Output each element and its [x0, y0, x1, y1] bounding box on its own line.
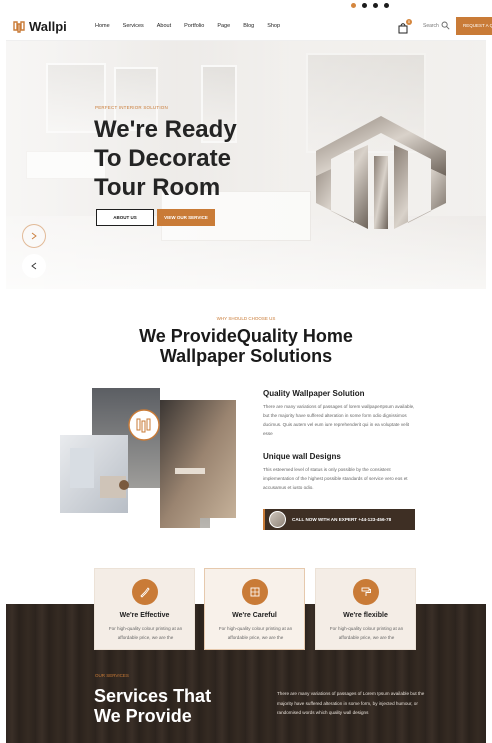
nav-item-label: Home: [95, 23, 110, 29]
services-title-line: Services That: [94, 686, 212, 706]
nav-item-label: Shop: [267, 23, 281, 29]
view-service-button[interactable]: VIEW OUR SERVICE: [157, 209, 215, 226]
card-icon-circle: [132, 579, 158, 605]
main-menu: Home Services About Portfolio Page Blog …: [95, 23, 293, 29]
search-label[interactable]: Search: [423, 23, 439, 29]
nav-item-portfolio[interactable]: Portfolio: [184, 23, 204, 29]
card-text: For high-quality colour printing at an a…: [108, 626, 183, 640]
card-title: We're Careful: [232, 612, 277, 619]
feature-card-careful[interactable]: We're Careful For high-quality colour pr…: [204, 568, 305, 650]
logo-icon: [13, 20, 25, 33]
color-swatch-1[interactable]: [351, 3, 356, 8]
services-title-line: We Provide: [94, 706, 192, 726]
why-title-line: Wallpaper Solutions: [159, 346, 333, 366]
hero-logo-mark-icon: [316, 116, 446, 229]
card-icon-circle: [353, 579, 379, 605]
nav-item-blog[interactable]: Blog: [243, 23, 254, 29]
feature-title: Quality Wallpaper Solution: [263, 389, 365, 398]
paint-roller-icon: [361, 587, 371, 596]
services-eyebrow: OUR SERVICES: [95, 673, 129, 678]
expert-avatar: [269, 511, 286, 528]
nav-item-shop[interactable]: Shop: [267, 23, 280, 29]
why-title-line: We ProvideQuality Home: [139, 326, 353, 346]
nav-item-page[interactable]: Page: [217, 23, 230, 29]
call-expert-button[interactable]: CALL NOW WITH AN EXPERT +44-123-456-78: [263, 509, 415, 530]
chevron-right-icon: [31, 232, 37, 240]
nav-item-label: About: [156, 23, 172, 29]
cart-count-badge: 0: [406, 19, 412, 25]
hero-eyebrow: PERFECT INTERIOR SOLUTION: [95, 105, 168, 110]
search-icon[interactable]: [441, 21, 450, 30]
blueprint-icon: [250, 587, 260, 597]
card-title: We're flexible: [343, 612, 388, 619]
color-swatch-4[interactable]: [384, 3, 389, 8]
shopping-bag-icon: [398, 23, 408, 34]
hero-title-line: Tour Room: [94, 174, 221, 201]
nav-item-home[interactable]: Home: [95, 23, 110, 29]
card-text: For high-quality colour printing at an a…: [218, 626, 293, 640]
card-text: For high-quality colour printing at an a…: [329, 626, 404, 640]
color-swatch-2[interactable]: [362, 3, 367, 8]
feature-text: This esteemed level of status is only po…: [263, 467, 408, 490]
nav-item-about[interactable]: About: [157, 23, 171, 29]
about-us-button[interactable]: ABOUT US: [96, 209, 154, 226]
nav-item-label: Blog: [243, 23, 255, 29]
nav-item-label: Page: [217, 23, 231, 29]
cta-label: CALL NOW WITH AN EXPERT +44-123-456-78: [292, 517, 392, 522]
hero-title: We're Ready To Decorate Tour Room: [94, 115, 314, 202]
nav-item-services[interactable]: Services: [123, 23, 144, 29]
nav-item-label: Portfolio: [184, 23, 205, 29]
feature-card-flexible[interactable]: We're flexible For high-quality colour p…: [315, 568, 416, 650]
request-quote-button[interactable]: REQUEST A QUOTE: [456, 17, 492, 35]
slider-prev-button[interactable]: [22, 254, 46, 278]
brush-icon: [140, 587, 150, 598]
feature-card-effective[interactable]: We're Effective For high-quality colour …: [94, 568, 195, 650]
services-title: Services That We Provide: [94, 686, 254, 726]
slider-next-button[interactable]: [22, 224, 46, 248]
logo-text: Wallpi: [29, 19, 67, 34]
feature-title: Unique wall Designs: [263, 452, 341, 461]
interior-collage-image: [60, 388, 236, 528]
services-text: There are many variations of passages of…: [277, 691, 425, 716]
chevron-left-icon: [31, 262, 37, 270]
why-title: We ProvideQuality Home Wallpaper Solutio…: [0, 326, 492, 366]
top-strip: [6, 0, 486, 9]
hero-title-line: To Decorate: [94, 145, 231, 172]
hero-banner: PERFECT INTERIOR SOLUTION We're Ready To…: [6, 41, 486, 289]
why-eyebrow: WHY SHOULD CHOOSE US: [216, 316, 276, 321]
feature-text: There are many variations of passages of…: [263, 404, 415, 436]
cart-button[interactable]: 0: [398, 19, 412, 34]
hero-title-line: We're Ready: [94, 116, 237, 143]
card-icon-circle: [242, 579, 268, 605]
color-swatch-3[interactable]: [373, 3, 378, 8]
logo[interactable]: Wallpi: [12, 19, 67, 34]
nav-item-label: Services: [122, 23, 144, 29]
card-title: We're Effective: [119, 612, 170, 619]
navbar: Wallpi Home Services About Portfolio Pag…: [6, 12, 492, 41]
